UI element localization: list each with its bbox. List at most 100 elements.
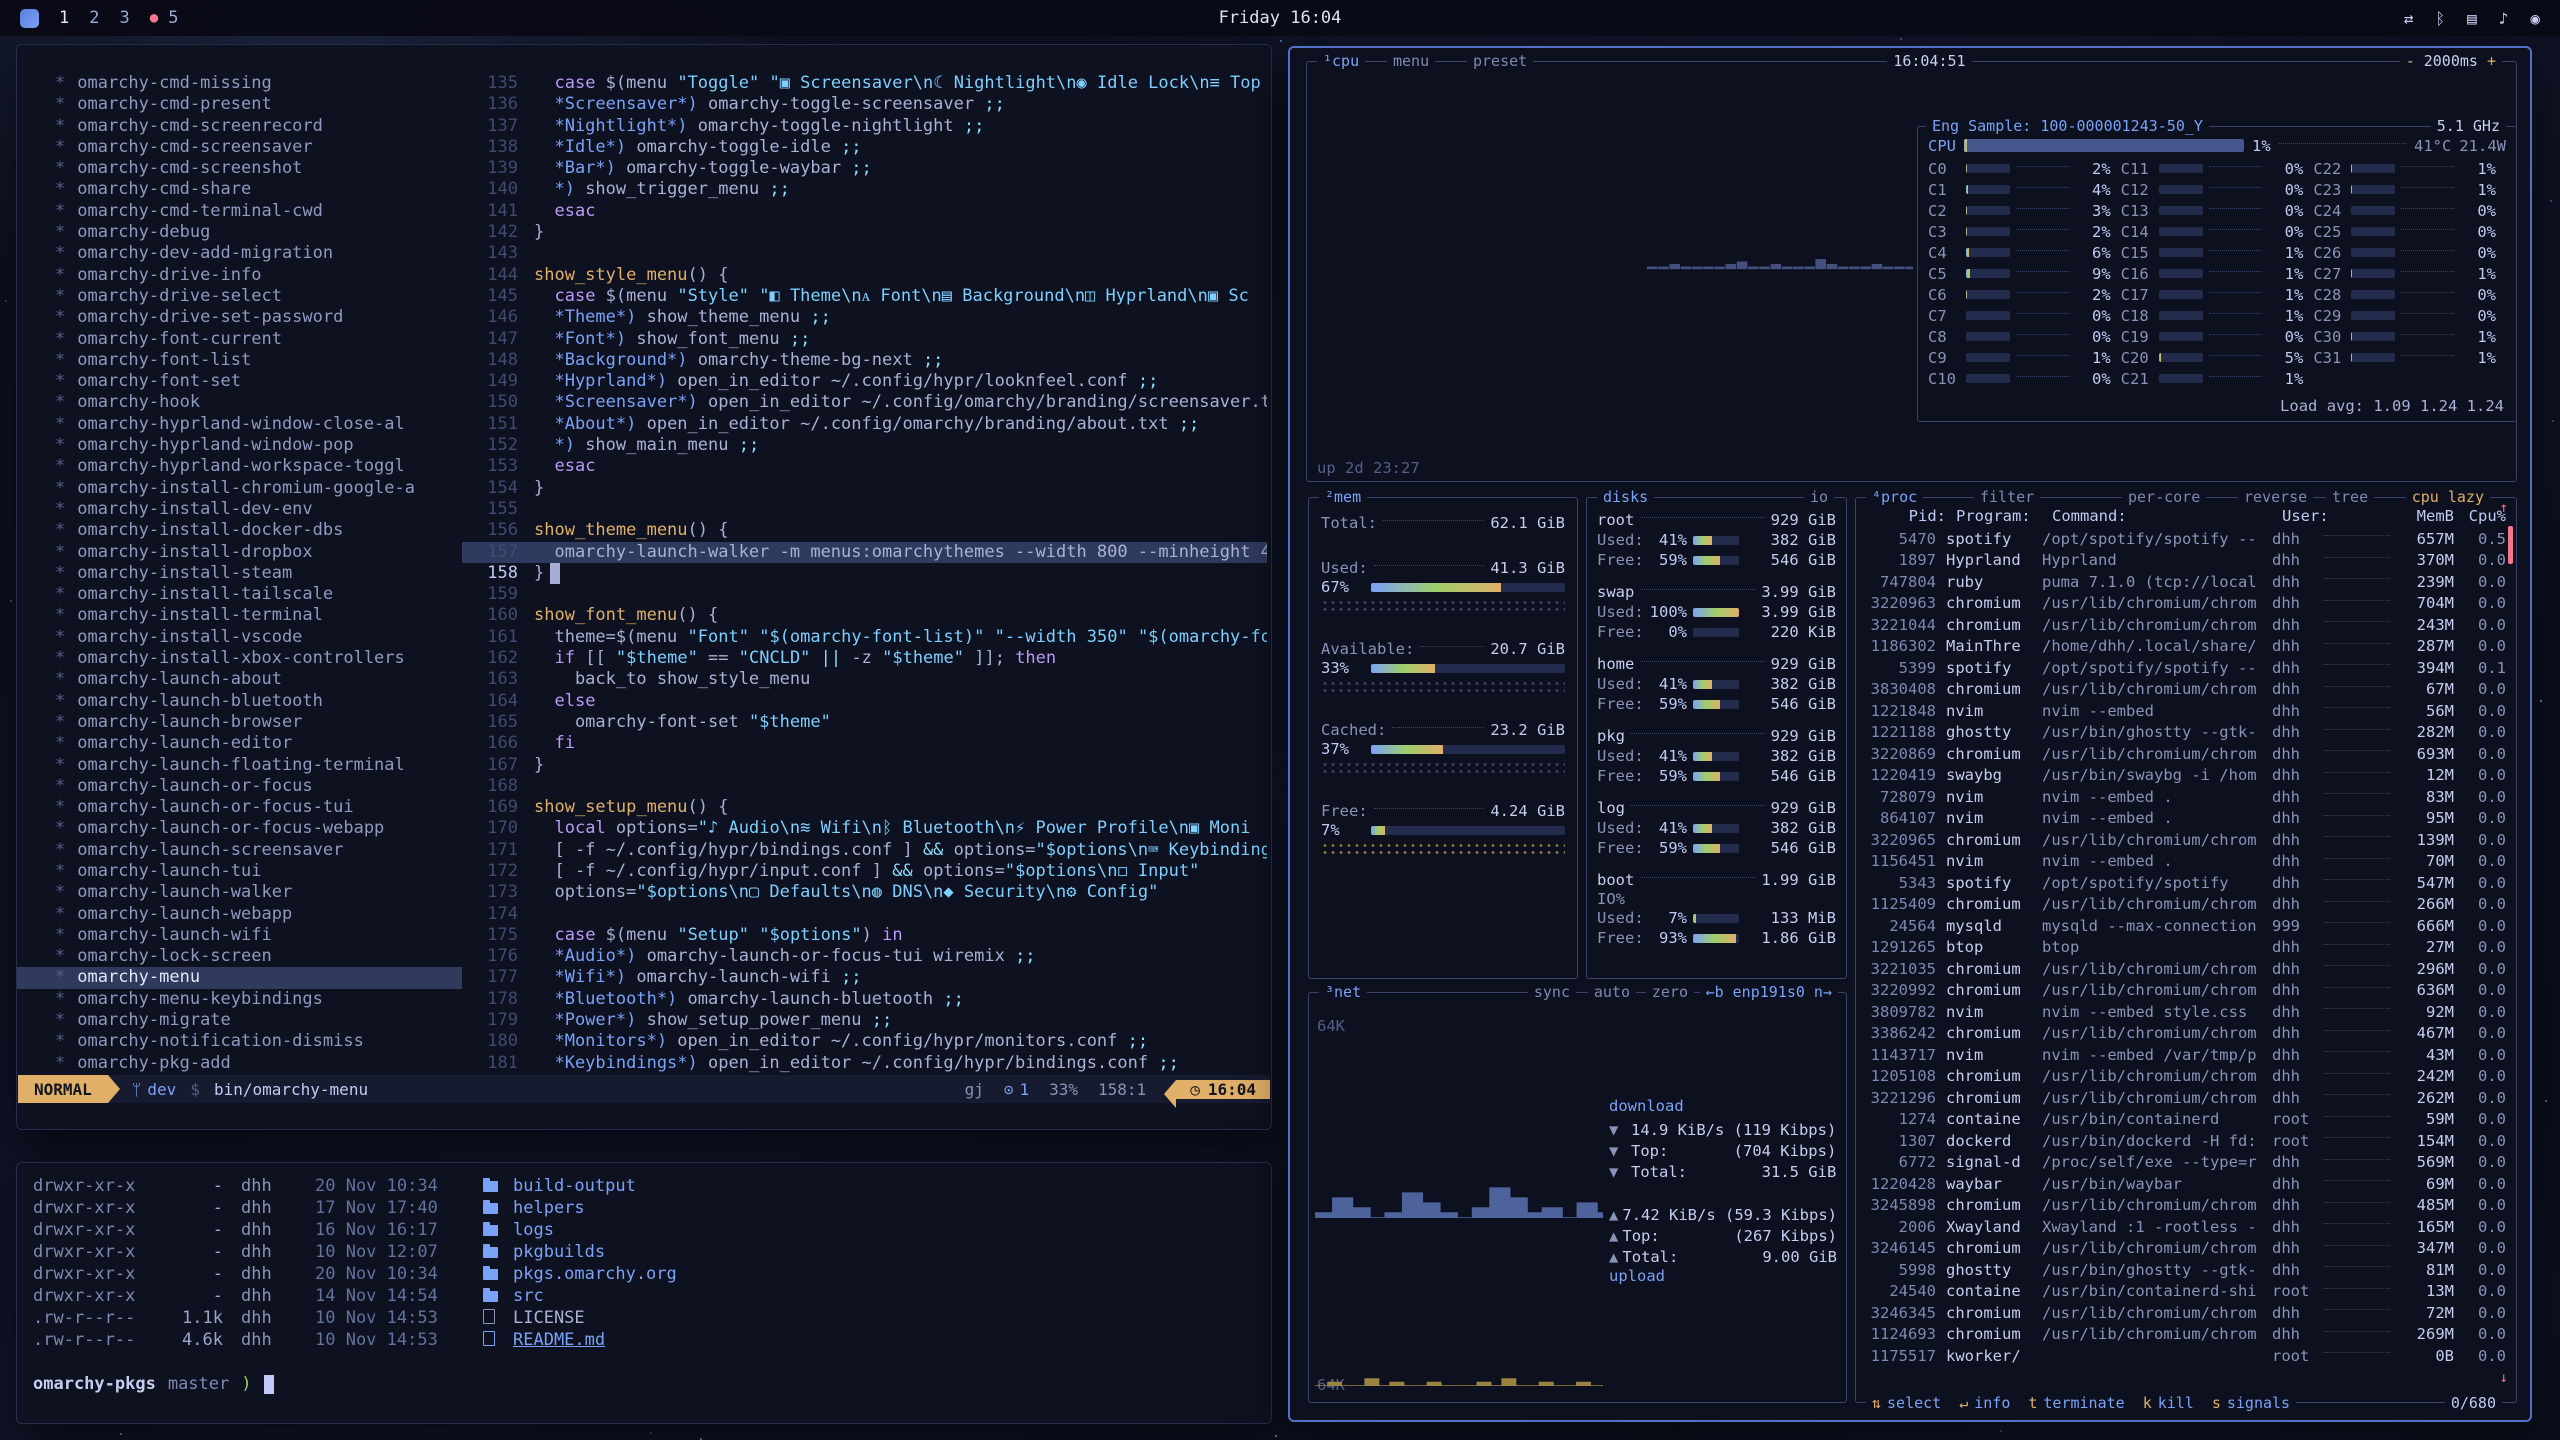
shell-prompt[interactable]: omarchy-pkgs master ): [33, 1373, 1255, 1395]
code-line[interactable]: 154}: [462, 478, 1267, 499]
file-list-item[interactable]: *omarchy-install-terminal: [17, 605, 462, 626]
process-row[interactable]: 1221188 ghostty /usr/bin/ghostty --gtk- …: [1856, 722, 2516, 744]
memory-column-header[interactable]: MemB: [2398, 507, 2454, 525]
command-column-header[interactable]: Command:: [2052, 507, 2282, 525]
file-explorer-pane[interactable]: *omarchy-cmd-missing *omarchy-cmd-presen…: [17, 73, 462, 1073]
workspace-count[interactable]: 5: [168, 8, 178, 28]
file-list-item[interactable]: *omarchy-cmd-screenrecord: [17, 116, 462, 137]
file-list-item[interactable]: *omarchy-launch-or-focus: [17, 776, 462, 797]
omarchy-logo-icon[interactable]: [20, 9, 39, 28]
code-line[interactable]: 158}: [462, 563, 1267, 584]
code-line[interactable]: 160show_font_menu() {: [462, 605, 1267, 626]
workspace-button[interactable]: 3: [120, 8, 130, 28]
process-row[interactable]: 1124693 chromium /usr/lib/chromium/chrom…: [1856, 1324, 2516, 1346]
code-line[interactable]: 162 if [[ "$theme" == "CNCLD" || -z "$th…: [462, 648, 1267, 669]
code-line[interactable]: 180 *Monitors*) open_in_editor ~/.config…: [462, 1031, 1267, 1052]
pid-column-header[interactable]: Pid:: [1866, 507, 1956, 525]
code-line[interactable]: 171 [ -f ~/.config/hypr/bindings.conf ] …: [462, 840, 1267, 861]
command-line[interactable]: [17, 1105, 1271, 1129]
process-row[interactable]: 3809782 nvim nvim --embed style.css dhh …: [1856, 1001, 2516, 1023]
program-column-header[interactable]: Program:: [1956, 507, 2052, 525]
process-panel-tab[interactable]: ⁴proc: [1866, 487, 1923, 507]
process-row[interactable]: 3221296 chromium /usr/lib/chromium/chrom…: [1856, 1087, 2516, 1109]
code-line[interactable]: 167}: [462, 755, 1267, 776]
process-row[interactable]: 1156451 nvim nvim --embed . dhh 70M 0.0: [1856, 851, 2516, 873]
code-line[interactable]: 153 esac: [462, 456, 1267, 477]
code-line[interactable]: 157 omarchy-launch-walker -m menus:omarc…: [462, 542, 1267, 563]
code-line[interactable]: 152 *) show_main_menu ;;: [462, 435, 1267, 456]
process-row[interactable]: 5399 spotify /opt/spotify/spotify -- dhh…: [1856, 657, 2516, 679]
per-core-toggle[interactable]: per-core: [2122, 487, 2206, 507]
file-list-item[interactable]: *omarchy-menu: [17, 967, 462, 988]
file-list-item[interactable]: *omarchy-launch-or-focus-webapp: [17, 818, 462, 839]
process-row[interactable]: 1221848 nvim nvim --embed dhh 56M 0.0: [1856, 700, 2516, 722]
process-row[interactable]: 1220419 swaybg /usr/bin/swaybg -i /hom d…: [1856, 765, 2516, 787]
preset-button[interactable]: preset: [1467, 51, 1533, 71]
file-list-item[interactable]: *omarchy-cmd-present: [17, 94, 462, 115]
file-list-item[interactable]: *omarchy-install-xbox-controllers: [17, 648, 462, 669]
network-panel-tab[interactable]: ³net: [1319, 982, 1367, 1002]
code-pane[interactable]: 135 case $(menu "Toggle" "▣ Screensaver\…: [462, 73, 1267, 1073]
code-line[interactable]: 142}: [462, 222, 1267, 243]
interval-increase-button[interactable]: +: [2487, 52, 2496, 70]
process-row[interactable]: 3220963 chromium /usr/lib/chromium/chrom…: [1856, 593, 2516, 615]
code-line[interactable]: 155: [462, 499, 1267, 520]
process-row[interactable]: 1175517 kworker/ root 0B 0.0: [1856, 1345, 2516, 1367]
process-row[interactable]: 3221035 chromium /usr/lib/chromium/chrom…: [1856, 958, 2516, 980]
file-list-item[interactable]: *omarchy-font-set: [17, 371, 462, 392]
process-scrollbar-thumb[interactable]: [2508, 526, 2513, 564]
file-list-item[interactable]: *omarchy-launch-about: [17, 669, 462, 690]
process-row[interactable]: 2006 Xwayland Xwayland :1 -rootless - dh…: [1856, 1216, 2516, 1238]
process-row[interactable]: 3220965 chromium /usr/lib/chromium/chrom…: [1856, 829, 2516, 851]
process-row[interactable]: 1897 Hyprland Hyprland dhh 370M 0.0: [1856, 550, 2516, 572]
code-line[interactable]: 144show_style_menu() {: [462, 265, 1267, 286]
io-toggle-button[interactable]: io: [1804, 487, 1834, 507]
file-list-item[interactable]: *omarchy-drive-set-password: [17, 307, 462, 328]
process-row[interactable]: 1186302 MainThre /home/dhh/.local/share/…: [1856, 636, 2516, 658]
scroll-down-indicator[interactable]: ↓: [2500, 1370, 2508, 1386]
code-line[interactable]: 140 *) show_trigger_menu ;;: [462, 179, 1267, 200]
process-row[interactable]: 6772 signal-d /proc/self/exe --type=r dh…: [1856, 1152, 2516, 1174]
file-list-item[interactable]: *omarchy-menu-keybindings: [17, 989, 462, 1010]
file-list-item[interactable]: *omarchy-hook: [17, 392, 462, 413]
file-list-item[interactable]: *omarchy-launch-or-focus-tui: [17, 797, 462, 818]
file-list-item[interactable]: *omarchy-install-vscode: [17, 627, 462, 648]
cpu-column-header[interactable]: Cpu%: [2454, 507, 2506, 525]
file-list-item[interactable]: *omarchy-cmd-share: [17, 179, 462, 200]
workspace-button[interactable]: 1: [59, 8, 69, 28]
process-row[interactable]: 1125409 chromium /usr/lib/chromium/chrom…: [1856, 894, 2516, 916]
menu-button[interactable]: menu: [1387, 51, 1435, 71]
code-line[interactable]: 146 *Theme*) show_theme_menu ;;: [462, 307, 1267, 328]
file-list-item[interactable]: *omarchy-cmd-terminal-cwd: [17, 201, 462, 222]
process-action-button[interactable]: ⇅ select: [1872, 1393, 1941, 1413]
cpu-panel-tab[interactable]: ¹cpu: [1317, 51, 1365, 71]
process-row[interactable]: 728079 nvim nvim --embed . dhh 83M 0.0: [1856, 786, 2516, 808]
code-line[interactable]: 145 case $(menu "Style" "◧ Theme\nᴀ Font…: [462, 286, 1267, 307]
file-list-item[interactable]: *omarchy-notification-dismiss: [17, 1031, 462, 1052]
code-line[interactable]: 139 *Bar*) omarchy-toggle-waybar ;;: [462, 158, 1267, 179]
code-line[interactable]: 143: [462, 243, 1267, 264]
keyboard-icon[interactable]: ▤: [2467, 9, 2477, 28]
power-icon[interactable]: ◉: [2530, 9, 2540, 28]
process-row[interactable]: 5998 ghostty /usr/bin/ghostty --gtk- dhh…: [1856, 1259, 2516, 1281]
file-list-item[interactable]: *omarchy-launch-browser: [17, 712, 462, 733]
file-list-item[interactable]: *omarchy-drive-select: [17, 286, 462, 307]
code-line[interactable]: 147 *Font*) show_font_menu ;;: [462, 329, 1267, 350]
code-line[interactable]: 136 *Screensaver*) omarchy-toggle-screen…: [462, 94, 1267, 115]
code-line[interactable]: 170 local options="♪ Audio\n≋ Wifi\nᛒ Bl…: [462, 818, 1267, 839]
code-line[interactable]: 149 *Hyprland*) open_in_editor ~/.config…: [462, 371, 1267, 392]
memory-panel-tab[interactable]: ²mem: [1319, 487, 1367, 507]
code-line[interactable]: 181 *Keybindings*) open_in_editor ~/.con…: [462, 1053, 1267, 1073]
code-line[interactable]: 172 [ -f ~/.config/hypr/input.conf ] && …: [462, 861, 1267, 882]
process-row[interactable]: 1307 dockerd /usr/bin/dockerd -H fd: roo…: [1856, 1130, 2516, 1152]
net-auto-toggle[interactable]: auto: [1588, 982, 1636, 1002]
file-list-item[interactable]: *omarchy-launch-editor: [17, 733, 462, 754]
process-action-button[interactable]: s signals: [2212, 1393, 2290, 1413]
process-row[interactable]: 24540 containe /usr/bin/containerd-shi r…: [1856, 1281, 2516, 1303]
code-line[interactable]: 137 *Nightlight*) omarchy-toggle-nightli…: [462, 116, 1267, 137]
file-list-item[interactable]: *omarchy-launch-bluetooth: [17, 691, 462, 712]
process-row[interactable]: 1274 containe /usr/bin/containerd root 5…: [1856, 1109, 2516, 1131]
file-list-item[interactable]: *omarchy-lock-screen: [17, 946, 462, 967]
code-line[interactable]: 179 *Power*) show_setup_power_menu ;;: [462, 1010, 1267, 1031]
code-line[interactable]: 176 *Audio*) omarchy-launch-or-focus-tui…: [462, 946, 1267, 967]
